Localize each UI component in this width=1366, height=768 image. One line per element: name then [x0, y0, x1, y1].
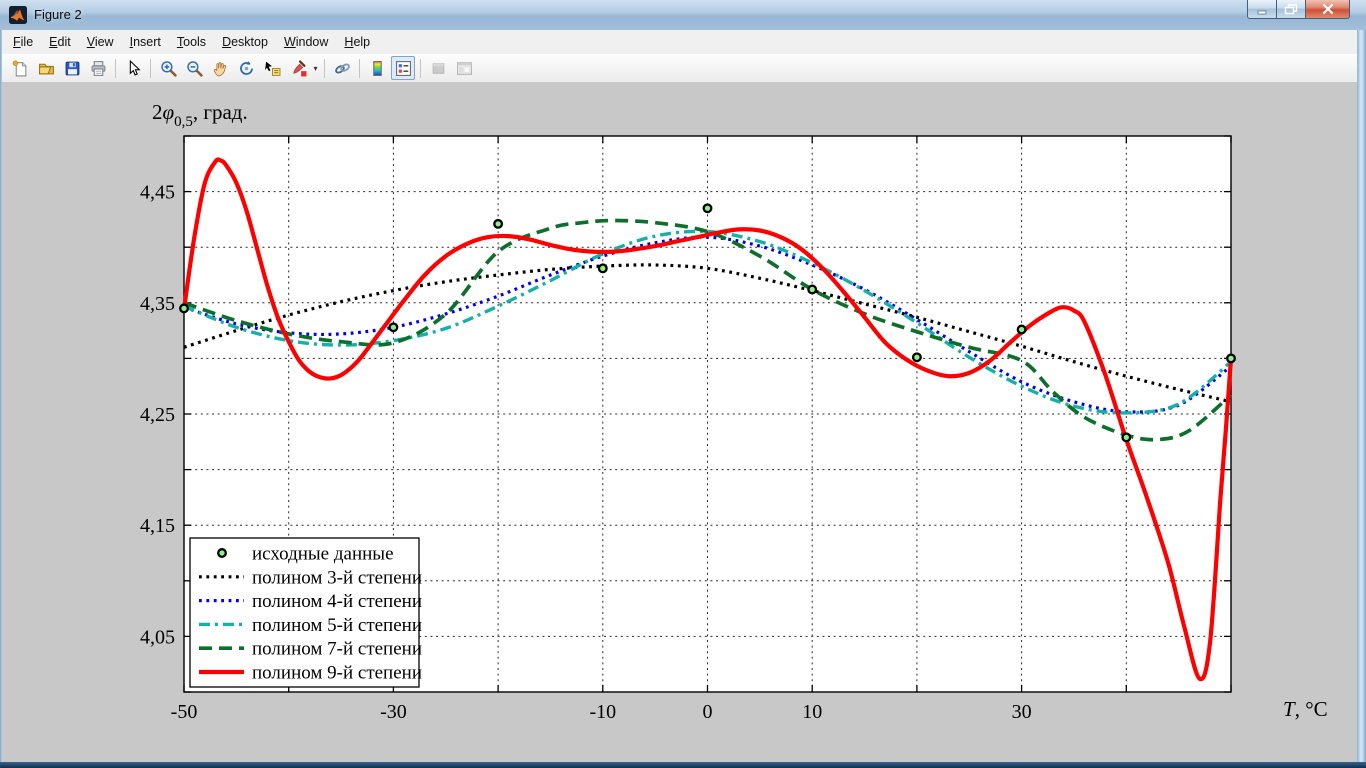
edit-plot-cursor-icon: [129, 59, 141, 76]
window-title: Figure 2: [34, 7, 82, 22]
titlebar[interactable]: Figure 2: [0, 0, 1366, 31]
data-point: [702, 203, 713, 214]
insert-colorbar-button[interactable]: [365, 56, 389, 80]
legend-icon: [395, 60, 411, 76]
x-tick-label: 30: [1012, 701, 1032, 723]
window-controls: [1247, 0, 1350, 19]
legend-marker: [217, 548, 227, 558]
legend-entry-label: полином 5-й степени: [252, 615, 422, 636]
menu-tools[interactable]: Tools: [169, 32, 214, 52]
figure-toolbar: ▾: [2, 54, 1357, 83]
data-point: [911, 352, 922, 363]
link-plot-icon: [334, 63, 350, 73]
toolbar-separator: [324, 58, 325, 78]
x-tick-label: 10: [802, 701, 822, 723]
save-figure-icon: [65, 61, 79, 75]
matlab-icon: [9, 6, 27, 24]
x-tick-label: -30: [380, 701, 407, 723]
open-file-button[interactable]: [34, 56, 58, 80]
y-axis-label: 2φ0,5, град.: [152, 100, 248, 130]
x-tick-label: -10: [589, 701, 616, 723]
x-tick-label: -50: [171, 701, 198, 723]
data-point: [1121, 432, 1132, 443]
menu-window[interactable]: Window: [276, 32, 336, 52]
zoom-in-button[interactable]: [156, 56, 180, 80]
legend-entry-label: полином 9-й степени: [252, 663, 422, 684]
show-plot-tools-button[interactable]: [452, 56, 476, 80]
data-point: [597, 263, 608, 274]
save-figure-button[interactable]: [60, 56, 84, 80]
insert-legend-button[interactable]: [391, 56, 415, 80]
new-figure-icon: [12, 60, 26, 76]
brush-data-button[interactable]: [286, 56, 310, 80]
minimize-button[interactable]: [1247, 0, 1277, 19]
link-plot-button[interactable]: [330, 56, 354, 80]
edit-plot-cursor-button[interactable]: [121, 56, 145, 80]
x-axis-label: T, °C: [1283, 697, 1328, 721]
minimize-icon: [1257, 10, 1267, 15]
data-point: [388, 322, 399, 333]
restore-button[interactable]: [1277, 0, 1306, 19]
hide-plot-tools-button[interactable]: [426, 56, 450, 80]
close-icon: [1322, 3, 1333, 15]
show-plot-tools-icon: [456, 61, 472, 75]
open-file-icon: [38, 63, 54, 74]
pan-button[interactable]: [208, 56, 232, 80]
window-border-bottom: [0, 762, 1366, 768]
y-tick-label: 4,15: [140, 515, 175, 537]
zoom-out-button[interactable]: [182, 56, 206, 80]
y-tick-label: 4,35: [140, 293, 175, 315]
matlab-figure-window: { "window": { "title": "Figure 2", "cont…: [0, 0, 1366, 768]
menu-file[interactable]: File: [5, 32, 41, 52]
legend-box[interactable]: исходные данныеполином 3-й степени полино…: [189, 537, 422, 688]
print-figure-button[interactable]: [86, 56, 110, 80]
legend-entry-label: исходные данные: [252, 544, 394, 565]
data-point: [179, 303, 189, 314]
menu-view[interactable]: View: [79, 32, 122, 52]
data-cursor-icon: [264, 61, 280, 76]
toolbar-separator: [420, 58, 421, 78]
toolbar-separator: [359, 58, 360, 78]
data-cursor-button[interactable]: [260, 56, 284, 80]
menu-desktop[interactable]: Desktop: [214, 32, 276, 52]
rotate-3d-button[interactable]: [234, 56, 258, 80]
rotate-3d-icon: [239, 60, 253, 75]
zoom-in-icon: [160, 60, 177, 77]
legend-entry-label: полином 4-й степени: [252, 591, 422, 612]
y-tick-label: 4,25: [140, 404, 175, 426]
menubar: File Edit View Insert Tools Desktop Wind…: [2, 30, 1357, 55]
hide-plot-tools-icon: [432, 62, 444, 74]
close-button[interactable]: [1306, 0, 1350, 19]
new-figure-button[interactable]: [8, 56, 32, 80]
axes-plot: -50 -30 -10 0 10 30 4,45 4,35 4,25 4,15 4,05 2φ0,5,…: [140, 100, 1328, 723]
legend-entry-label: полином 3-й степени: [252, 567, 422, 588]
colorbar-icon: [372, 60, 382, 76]
toolbar-separator: [150, 58, 151, 78]
restore-icon: [1284, 3, 1298, 14]
legend-entry-label: полином 7-й степени: [252, 639, 422, 660]
menu-help[interactable]: Help: [336, 32, 378, 52]
y-tick-label: 4,45: [140, 182, 175, 204]
data-point: [1226, 353, 1236, 364]
brush-dropdown-caret[interactable]: ▾: [311, 56, 320, 80]
data-point: [1016, 324, 1027, 335]
menu-insert[interactable]: Insert: [122, 32, 169, 52]
window-border-left: [0, 30, 2, 768]
y-tick-label: 4,05: [140, 626, 175, 648]
zoom-out-icon: [186, 60, 203, 77]
toolbar-separator: [115, 58, 116, 78]
print-figure-icon: [91, 60, 105, 76]
menu-edit[interactable]: Edit: [41, 32, 79, 52]
window-border-right: [1357, 30, 1366, 768]
figure-canvas: -50 -30 -10 0 10 30 4,45 4,35 4,25 4,15 4,05 2φ0,5,…: [2, 82, 1357, 762]
pan-hand-icon: [213, 61, 226, 76]
data-point: [807, 284, 818, 295]
brush-icon: [292, 59, 306, 76]
x-tick-label: 0: [703, 701, 713, 723]
data-point: [493, 218, 504, 229]
